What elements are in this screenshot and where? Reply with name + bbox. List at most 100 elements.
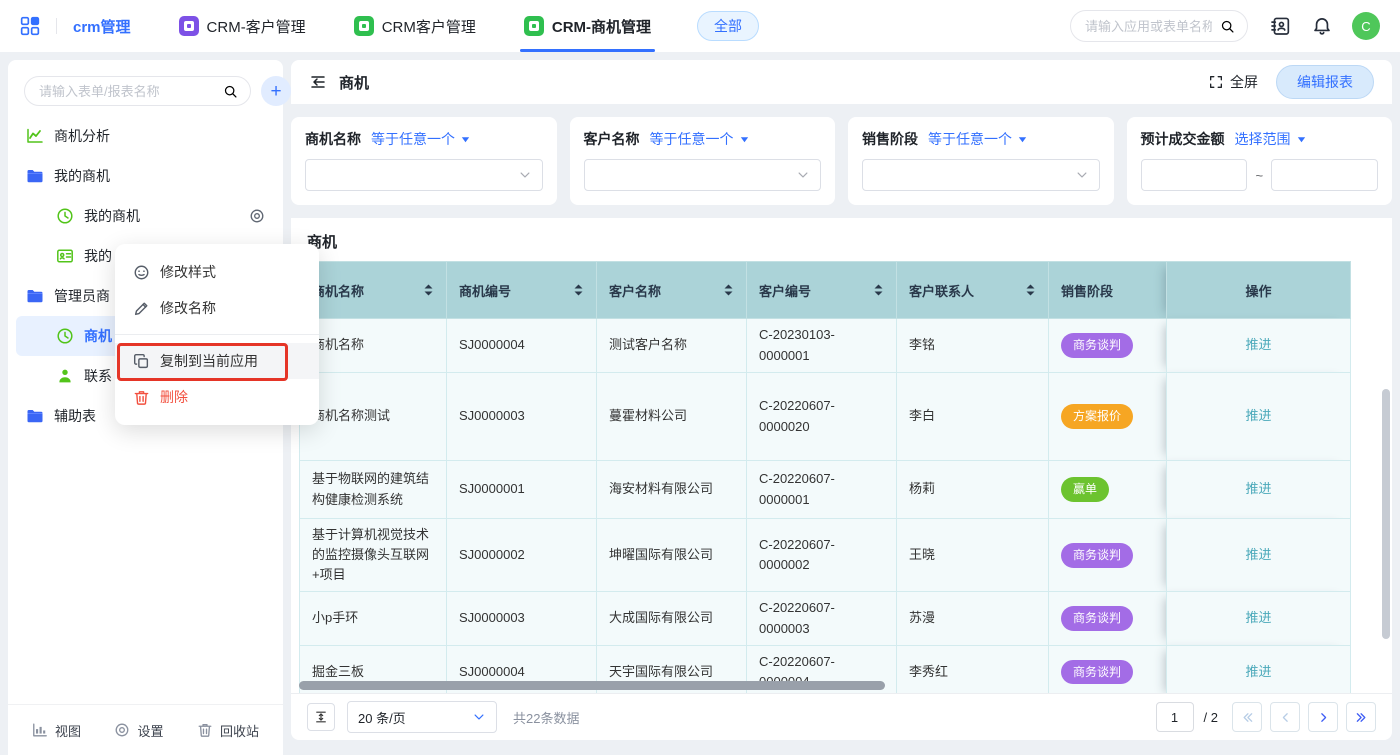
sort-icon[interactable] <box>573 283 584 297</box>
filter-operator-label: 等于任意一个 <box>650 129 734 149</box>
context-menu-item[interactable]: 修改样式 <box>115 254 319 290</box>
filter-card: 商机名称等于任意一个 <box>291 117 557 205</box>
app-grid-icon[interactable] <box>20 16 40 36</box>
vertical-scrollbar[interactable] <box>1382 389 1390 639</box>
context-menu-item[interactable]: 复制到当前应用 <box>115 343 319 379</box>
advance-link[interactable]: 推进 <box>1245 408 1271 423</box>
filter-operator[interactable]: 选择范围 <box>1235 129 1307 149</box>
stage-cell: 方案报价 <box>1049 373 1167 461</box>
next-page-button[interactable] <box>1308 702 1338 732</box>
filter-field-label: 预计成交金额 <box>1141 129 1225 149</box>
fullscreen-icon <box>1208 74 1224 90</box>
context-menu-item[interactable]: 修改名称 <box>115 290 319 326</box>
sort-icon[interactable] <box>873 283 884 297</box>
page-total-label: / 2 <box>1204 710 1218 725</box>
avatar[interactable]: C <box>1352 12 1380 40</box>
advance-link[interactable]: 推进 <box>1245 664 1271 679</box>
row-height-button[interactable] <box>307 703 335 731</box>
contact-cell: 李铭 <box>897 319 1049 373</box>
filter-select[interactable] <box>305 159 543 191</box>
bell-icon[interactable] <box>1312 16 1332 36</box>
range-min-input[interactable] <box>1141 159 1248 191</box>
folder-icon <box>26 167 44 185</box>
filter-select[interactable] <box>584 159 822 191</box>
stage-badge: 商务谈判 <box>1061 543 1133 568</box>
advance-link[interactable]: 推进 <box>1245 547 1271 562</box>
column-header-label: 操作 <box>1245 281 1271 300</box>
advance-link[interactable]: 推进 <box>1245 481 1271 496</box>
collapse-sidebar-icon[interactable] <box>309 73 327 91</box>
edit-report-button[interactable]: 编辑报表 <box>1276 65 1374 99</box>
sidebar-footer-视图[interactable]: 视图 <box>32 721 81 740</box>
horizontal-scrollbar[interactable] <box>299 681 885 690</box>
idcard-icon <box>56 247 74 265</box>
search-icon <box>1220 19 1235 34</box>
sidebar-item[interactable]: 商机分析 <box>16 116 275 156</box>
filter-operator[interactable]: 等于任意一个 <box>371 129 471 149</box>
column-header[interactable]: 商机名称 <box>300 262 447 319</box>
column-header[interactable]: 客户编号 <box>747 262 897 319</box>
contact-cell: 王晓 <box>897 519 1049 592</box>
opportunity-table: 商机名称商机编号客户名称客户编号客户联系人销售阶段操作商机名称SJ0000004… <box>299 261 1351 693</box>
search-icon <box>223 84 238 99</box>
stage-badge: 商务谈判 <box>1061 333 1133 358</box>
page-number-input[interactable]: 1 <box>1156 702 1194 732</box>
column-header[interactable]: 客户名称 <box>597 262 747 319</box>
column-header: 销售阶段 <box>1049 262 1167 319</box>
add-form-button[interactable]: + <box>261 76 291 106</box>
filter-operator[interactable]: 等于任意一个 <box>928 129 1028 149</box>
app-tab[interactable]: CRM-商机管理 <box>524 0 651 52</box>
action-cell: 推进 <box>1167 373 1351 461</box>
column-header[interactable]: 客户联系人 <box>897 262 1049 319</box>
address-book-icon[interactable] <box>1270 16 1290 36</box>
filter-head: 商机名称等于任意一个 <box>305 129 543 149</box>
table-row: 基于物联网的建筑结构健康检测系统SJ0000001海安材料有限公司C-20220… <box>300 461 1351 519</box>
filter-operator-label: 等于任意一个 <box>371 129 455 149</box>
form-search[interactable] <box>24 76 251 106</box>
filter-head: 销售阶段等于任意一个 <box>862 129 1100 149</box>
chevron-down-icon <box>796 168 810 182</box>
column-header-label: 销售阶段 <box>1061 281 1113 300</box>
customer-name-cell: 海安材料有限公司 <box>597 461 747 519</box>
sidebar-item[interactable]: 我的商机 <box>16 196 275 236</box>
customer-name-cell: 坤曜国际有限公司 <box>597 519 747 592</box>
sort-icon[interactable] <box>1025 283 1036 297</box>
current-app-link[interactable]: crm管理 <box>73 16 131 37</box>
column-header-inner: 销售阶段 <box>1061 281 1154 300</box>
total-count: 共22条数据 <box>513 708 579 727</box>
chart-icon <box>26 127 44 145</box>
advance-link[interactable]: 推进 <box>1245 337 1271 352</box>
column-header-inner: 客户名称 <box>609 281 734 300</box>
rename-icon <box>133 300 150 317</box>
global-search[interactable] <box>1070 10 1248 42</box>
chevron-down-icon <box>518 168 532 182</box>
filter-operator[interactable]: 等于任意一个 <box>650 129 750 149</box>
sidebar-footer-设置[interactable]: 设置 <box>114 721 163 740</box>
sidebar-item-label: 我的 <box>84 246 112 266</box>
divider <box>56 18 57 34</box>
advance-link[interactable]: 推进 <box>1245 610 1271 625</box>
settings-icon <box>114 722 130 738</box>
range-max-input[interactable] <box>1271 159 1378 191</box>
sort-icon[interactable] <box>723 283 734 297</box>
global-search-input[interactable] <box>1083 18 1214 35</box>
filter-field-label: 客户名称 <box>584 129 640 149</box>
filter-select[interactable] <box>862 159 1100 191</box>
sort-icon[interactable] <box>423 283 434 297</box>
app-tab[interactable]: CRM-客户管理 <box>179 0 306 52</box>
fullscreen-button[interactable]: 全屏 <box>1208 72 1258 92</box>
column-header[interactable]: 商机编号 <box>447 262 597 319</box>
sidebar-item[interactable]: 我的商机 <box>16 156 275 196</box>
context-menu-item-label: 修改样式 <box>160 262 216 282</box>
page-size-select[interactable]: 20 条/页 <box>347 701 497 733</box>
column-header-label: 客户编号 <box>759 281 811 300</box>
sidebar-footer-回收站[interactable]: 回收站 <box>197 721 259 740</box>
all-apps-pill[interactable]: 全部 <box>697 11 759 41</box>
app-tab[interactable]: CRM客户管理 <box>354 0 476 52</box>
context-menu-item-label: 删除 <box>160 387 188 407</box>
last-page-button[interactable] <box>1346 702 1376 732</box>
app-icon <box>354 16 374 36</box>
context-menu-item[interactable]: 删除 <box>115 379 319 415</box>
gear-icon[interactable] <box>249 208 265 224</box>
form-search-input[interactable] <box>37 83 217 100</box>
